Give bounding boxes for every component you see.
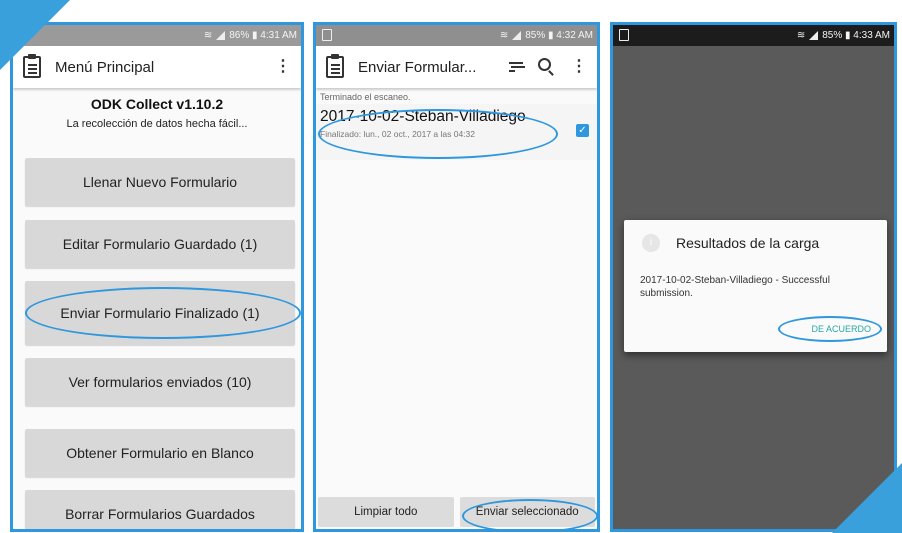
kebab-icon[interactable]: ⋮ xyxy=(275,59,291,75)
fill-new-form-button[interactable]: Llenar Nuevo Formulario xyxy=(25,158,295,206)
wifi-icon: ≋ xyxy=(796,30,806,41)
signal-icon xyxy=(809,31,819,40)
search-icon[interactable] xyxy=(538,58,551,71)
notification-icon xyxy=(322,29,332,41)
status-bar: ≋ 85% ▮ 4:33 AM xyxy=(613,25,894,46)
scan-status-text: Terminado el escaneo. xyxy=(320,92,411,102)
phone-screen-send-forms: ≋ 85% ▮ 4:32 AM Enviar Formular... ⋮ Ter… xyxy=(313,22,600,532)
phone-screen-upload-result: ≋ 85% ▮ 4:33 AM i Resultados de la carga… xyxy=(610,22,897,532)
sort-icon[interactable] xyxy=(509,62,523,72)
form-finalized-date: Finalizado: lun., 02 oct., 2017 a las 04… xyxy=(320,129,475,139)
delete-saved-forms-button[interactable]: Borrar Formularios Guardados xyxy=(25,490,295,529)
info-icon: i xyxy=(642,234,660,252)
app-tagline: La recolección de datos hecha fácil... xyxy=(66,118,248,130)
checkbox-checked-icon[interactable]: ✓ xyxy=(576,124,589,137)
list-item[interactable]: 2017-10-02-Steban-Villadiego Finalizado:… xyxy=(316,104,597,160)
corner-decoration-top-left xyxy=(0,0,70,70)
wifi-icon: ≋ xyxy=(499,30,509,41)
clear-all-button[interactable]: Limpiar todo xyxy=(318,497,454,527)
kebab-icon[interactable]: ⋮ xyxy=(571,59,587,75)
form-name: 2017-10-02-Steban-Villadiego xyxy=(320,108,526,125)
ok-button[interactable]: DE ACUERDO xyxy=(811,324,871,334)
clipboard-icon xyxy=(326,54,344,78)
app-bar: Enviar Formular... ⋮ xyxy=(316,46,597,88)
page: ≋ 86% ▮ 4:31 AM Menú Principal ⋮ ODK Col… xyxy=(0,0,902,533)
edit-saved-form-button[interactable]: Editar Formulario Guardado (1) xyxy=(25,220,295,268)
app-name: ODK Collect v1.10.2 xyxy=(90,96,224,112)
send-selected-button[interactable]: Enviar seleccionado xyxy=(459,497,595,527)
status-text: 86% ▮ 4:31 AM xyxy=(229,30,297,41)
status-text: 85% ▮ 4:33 AM xyxy=(822,30,890,41)
view-sent-forms-button[interactable]: Ver formularios enviados (10) xyxy=(25,358,295,406)
corner-decoration-bottom-right xyxy=(832,463,902,533)
status-text: 85% ▮ 4:32 AM xyxy=(525,30,593,41)
dialog-title: Resultados de la carga xyxy=(676,235,820,251)
get-blank-form-button[interactable]: Obtener Formulario en Blanco xyxy=(25,429,295,477)
dialog-message: 2017-10-02-Steban-Villadiego - Successfu… xyxy=(640,275,830,299)
send-finalized-form-button[interactable]: Enviar Formulario Finalizado (1) xyxy=(25,281,295,345)
wifi-icon: ≋ xyxy=(203,30,213,41)
upload-results-dialog: i Resultados de la carga 2017-10-02-Steb… xyxy=(624,220,887,352)
signal-icon xyxy=(512,31,522,40)
phone-screen-main-menu: ≋ 86% ▮ 4:31 AM Menú Principal ⋮ ODK Col… xyxy=(10,22,304,532)
notification-icon xyxy=(619,29,629,41)
app-header: ODK Collect v1.10.2 La recolección de da… xyxy=(13,88,301,130)
app-bar-title: Enviar Formular... xyxy=(358,58,477,76)
bottom-action-bar: Limpiar todo Enviar seleccionado xyxy=(316,493,597,529)
signal-icon xyxy=(216,31,226,40)
status-bar: ≋ 85% ▮ 4:32 AM xyxy=(316,25,597,46)
